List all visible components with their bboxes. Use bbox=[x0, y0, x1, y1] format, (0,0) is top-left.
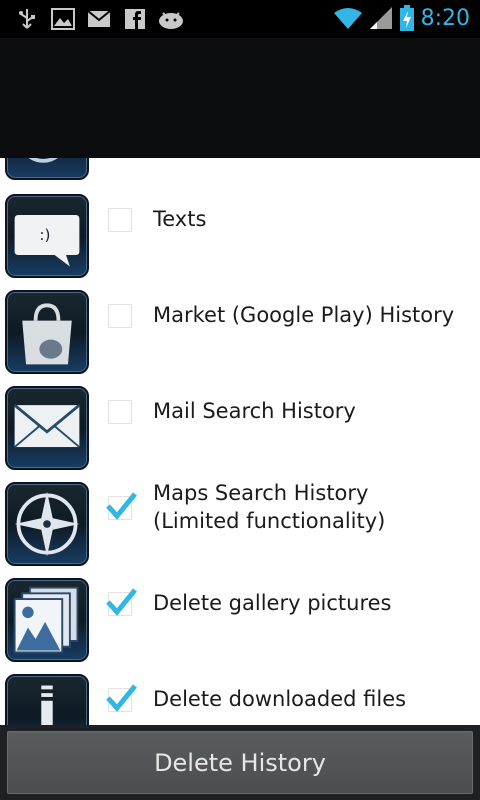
status-time: 8:20 bbox=[420, 5, 470, 31]
list-item[interactable]: Mail Search History bbox=[0, 380, 480, 476]
list-item-label: Texts bbox=[153, 207, 207, 231]
bottom-bar: Delete History bbox=[0, 725, 480, 800]
action-bar bbox=[0, 38, 480, 158]
checkbox[interactable] bbox=[108, 304, 132, 328]
signal-icon bbox=[369, 7, 392, 29]
history-list[interactable]: :) Texts Market (Google Play) History Ma… bbox=[0, 158, 480, 725]
check-icon bbox=[106, 492, 137, 520]
usb-icon bbox=[19, 9, 35, 29]
wifi-icon bbox=[333, 8, 362, 29]
delete-history-button[interactable]: Delete History bbox=[7, 731, 473, 794]
list-item[interactable]: Maps Search History (Limited functionali… bbox=[0, 476, 480, 572]
market-icon bbox=[5, 290, 89, 374]
partial-app-icon bbox=[5, 158, 89, 180]
gmail-icon bbox=[87, 10, 111, 27]
check-icon bbox=[106, 588, 137, 616]
svg-text::): :) bbox=[39, 226, 50, 244]
list-item-label: Delete gallery pictures bbox=[153, 591, 392, 615]
checkbox[interactable] bbox=[106, 492, 137, 520]
image-icon bbox=[51, 8, 75, 30]
mail-icon bbox=[5, 386, 89, 470]
download-icon bbox=[5, 674, 89, 725]
checkbox[interactable] bbox=[106, 588, 137, 616]
list-item-label: Maps Search History (Limited functionali… bbox=[153, 481, 386, 533]
list-item[interactable]: Delete downloaded files bbox=[0, 668, 480, 725]
list-item[interactable]: Delete gallery pictures bbox=[0, 572, 480, 668]
list-item-label: Delete downloaded files bbox=[153, 687, 407, 711]
checkbox[interactable] bbox=[106, 684, 137, 712]
compass-icon bbox=[5, 482, 89, 566]
texts-icon: :) bbox=[5, 194, 89, 278]
list-item-label: Market (Google Play) History bbox=[153, 303, 455, 327]
check-icon bbox=[106, 684, 137, 712]
facebook-icon bbox=[125, 9, 145, 29]
android-icon bbox=[159, 12, 183, 29]
gallery-icon bbox=[5, 578, 89, 662]
checkbox[interactable] bbox=[108, 208, 132, 232]
list-item-label: Mail Search History bbox=[153, 399, 356, 423]
list-item[interactable]: :) Texts bbox=[0, 188, 480, 284]
battery-charging-icon bbox=[399, 5, 414, 31]
notification-icons bbox=[14, 6, 184, 32]
checkbox[interactable] bbox=[108, 400, 132, 424]
list-item[interactable]: Market (Google Play) History bbox=[0, 284, 480, 380]
system-icons: 8:20 bbox=[333, 4, 470, 32]
status-bar: 8:20 bbox=[0, 0, 480, 38]
